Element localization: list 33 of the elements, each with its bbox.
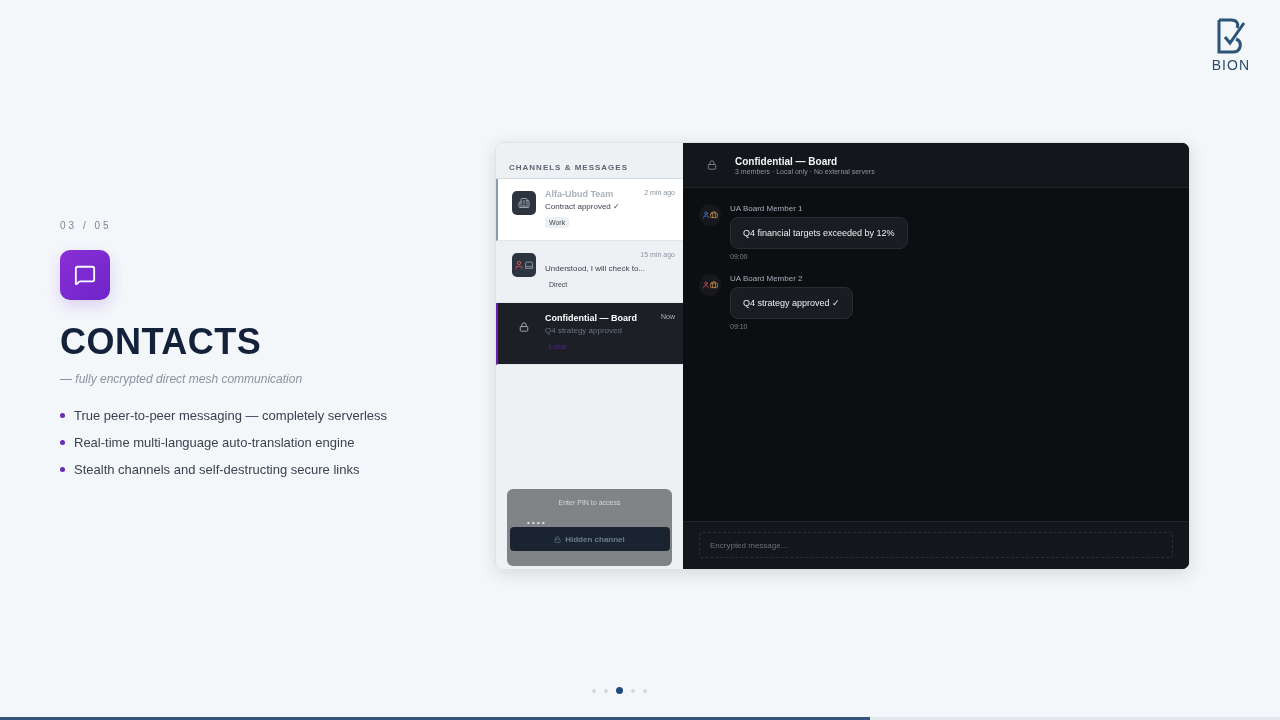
pager-dot[interactable] — [616, 687, 623, 694]
person-briefcase-icon — [702, 281, 718, 289]
logo-text: BION — [1211, 57, 1250, 73]
chat-bubble-icon — [74, 264, 96, 286]
lock-icon — [707, 160, 717, 170]
sidebar-heading: CHANNELS & MESSAGES — [509, 163, 628, 172]
slide-subtitle: — fully encrypted direct mesh communication — [60, 372, 304, 386]
slide-title: CONTACTS — [60, 324, 263, 360]
conversation-preview: Understood, I will check to... — [545, 264, 647, 273]
bullet-dot — [60, 413, 65, 418]
message-bubble: Q4 financial targets exceeded by 12% — [730, 217, 908, 249]
pin-dots: • • • • — [527, 518, 545, 527]
lock-icon — [519, 322, 529, 332]
bullet-text: Stealth channels and self-destructing secure links — [74, 462, 360, 477]
conversation-preview: Q4 strategy approved — [545, 326, 623, 335]
person-laptop-icon — [514, 260, 534, 270]
bullet-dot — [60, 440, 65, 445]
person-briefcase-icon — [702, 211, 718, 219]
bullet-dot — [60, 467, 65, 472]
hidden-channel-button[interactable]: Hidden channel — [509, 527, 670, 551]
conversation-name: Confidential — Board — [545, 313, 637, 323]
chat-title: Confidential — Board — [735, 155, 839, 167]
conversation-name: Alfa-Ubud Team — [545, 189, 614, 199]
bullet-text: Real-time multi-language auto-translation engine — [74, 435, 355, 450]
lock-icon — [554, 535, 562, 543]
sender-name: UA Board Member 2 — [730, 274, 803, 283]
building-icon — [518, 197, 530, 209]
conversation-preview: Contract approved ✓ — [545, 202, 622, 211]
sender-name: UA Board Member 1 — [730, 204, 803, 213]
slide-counter: 03 / 05 — [60, 220, 113, 231]
bullet-text: True peer-to-peer messaging — completely serverless — [74, 408, 388, 423]
message-bubble: Q4 strategy approved ✓ — [730, 287, 854, 319]
message-input[interactable]: Encrypted message... — [699, 532, 1173, 558]
